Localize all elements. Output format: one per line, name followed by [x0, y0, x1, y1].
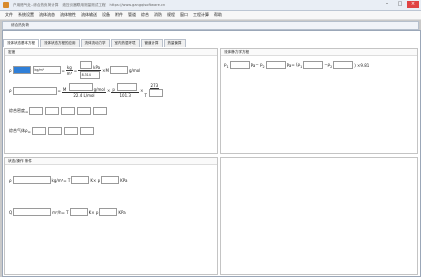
- state-panel-head: 状态/操作 条件: [5, 158, 217, 165]
- menu-item[interactable]: 流体流态: [39, 12, 55, 18]
- rho1-input[interactable]: [303, 61, 324, 69]
- mix-w5-input[interactable]: [93, 107, 108, 115]
- menu-item[interactable]: 帮助: [214, 12, 222, 18]
- menu-bar: 文件 系统设置 流体流态 流体物性 流体输送 设备 附件 管道 综合 消防 规程…: [0, 11, 421, 20]
- molar-mass-input[interactable]: [109, 66, 128, 74]
- minimize-icon[interactable]: –: [381, 1, 393, 8]
- state-t-input[interactable]: [71, 176, 90, 184]
- rho2b-input[interactable]: [333, 61, 354, 69]
- tab-basic-equation[interactable]: 流体状态基本方程: [3, 39, 39, 47]
- tab-strip: 流体状态基本方程 流体状态方程的应用 流体流动力学 室内热湿环境 管道计算 热量…: [3, 39, 187, 47]
- gas-phi4-input[interactable]: [79, 127, 94, 135]
- app-title: 户用燃气灶..综合热负荷计算: [13, 2, 59, 7]
- title-bar: 户用燃气灶..综合热负荷计算 液压仪器联用测量测试工程 https://www.…: [0, 0, 421, 11]
- gas-const: 22.4 L/mol: [73, 93, 95, 98]
- rho-symbol-2: ρ: [9, 88, 12, 93]
- state-panel: 状态/操作 条件 ρ kg/m³ = T K × p KPa Q m³/h = …: [4, 157, 218, 275]
- mix-density-label: 综合密度: [9, 108, 25, 113]
- tab-fluid-dynamics[interactable]: 流体流动力学: [80, 39, 110, 47]
- state-p-input[interactable]: [101, 176, 120, 184]
- mix-w2-input[interactable]: [45, 107, 60, 115]
- state-p2-input[interactable]: [99, 208, 118, 216]
- state-rho-input[interactable]: [12, 176, 51, 184]
- gas-phi2-input[interactable]: [47, 127, 62, 135]
- subwindow-label: 综合热负荷: [11, 23, 29, 27]
- tab-heat-balance[interactable]: 热量衡算: [163, 39, 186, 47]
- subwindow-titlebar: 综合热负荷: [2, 21, 419, 30]
- g-value: 9.81: [360, 62, 370, 68]
- state-q-input[interactable]: [13, 208, 52, 216]
- menu-item[interactable]: 消防: [154, 12, 162, 18]
- density-panel-head: 密度: [5, 49, 217, 56]
- mix-gas-label: 综合气体ρ: [9, 128, 28, 133]
- right-bottom-panel: [220, 157, 418, 275]
- p2-input[interactable]: [117, 83, 138, 91]
- menu-item[interactable]: 附件: [115, 12, 123, 18]
- url-title: https://www.gangqisoftware.cn: [109, 3, 166, 7]
- close-icon[interactable]: ×: [407, 1, 419, 8]
- gas-phi3-input[interactable]: [63, 127, 78, 135]
- m2-input[interactable]: [68, 83, 93, 91]
- rho-symbol: ρ: [9, 67, 12, 73]
- rho-unit[interactable]: kg/m³: [32, 66, 61, 74]
- menu-item[interactable]: 设备: [102, 12, 110, 18]
- hydrostatics-panel-head: 流体静力学方程: [221, 49, 417, 56]
- menu-item[interactable]: 系统设置: [18, 12, 34, 18]
- menu-item[interactable]: 管道: [128, 12, 136, 18]
- menu-item[interactable]: 流体物性: [60, 12, 76, 18]
- menu-item[interactable]: 工程计算: [193, 12, 209, 18]
- menu-item[interactable]: 流体输送: [81, 12, 97, 18]
- app-icon: [3, 2, 9, 8]
- menu-item[interactable]: 规程: [167, 12, 175, 18]
- hydrostatics-panel: 流体静力学方程 p1 Pa − p2 Pa = (ρ1 −ρ2 ) × 9.81: [220, 48, 418, 154]
- state-t2-input[interactable]: [69, 208, 88, 216]
- tab-indoor-environment[interactable]: 室内热湿环境: [110, 39, 140, 47]
- mix-w4-input[interactable]: [77, 107, 92, 115]
- p1-input[interactable]: [229, 61, 250, 69]
- rho2-input[interactable]: [12, 86, 57, 95]
- p2b-input[interactable]: [265, 61, 286, 69]
- menu-item[interactable]: 综合: [141, 12, 149, 18]
- tab-pipe-calc[interactable]: 管道计算: [140, 39, 163, 47]
- mix-w3-input[interactable]: [61, 107, 76, 115]
- tab-equation-application[interactable]: 流体状态方程的应用: [40, 39, 80, 47]
- mol-unit: g/mol: [128, 67, 141, 73]
- p0-value: 101.3: [119, 93, 131, 98]
- menu-item[interactable]: 窗口: [180, 12, 188, 18]
- density-panel: 密度 ρ kg/m³ = kg m³ = kPa 8.314 ×M g/mol ρ …: [4, 48, 218, 154]
- mix-w1-input[interactable]: [29, 107, 44, 115]
- maximize-icon[interactable]: □: [394, 1, 406, 8]
- menu-item[interactable]: 文件: [5, 12, 13, 18]
- r-input[interactable]: 8.314: [79, 71, 100, 79]
- t-input[interactable]: [149, 89, 164, 97]
- file-title: 液压仪器联用测量测试工程: [62, 2, 106, 7]
- gas-phi1-input[interactable]: [31, 127, 46, 135]
- p-input[interactable]: [80, 61, 93, 69]
- rho-value-input[interactable]: [12, 66, 31, 74]
- v-unit: m³: [66, 70, 73, 76]
